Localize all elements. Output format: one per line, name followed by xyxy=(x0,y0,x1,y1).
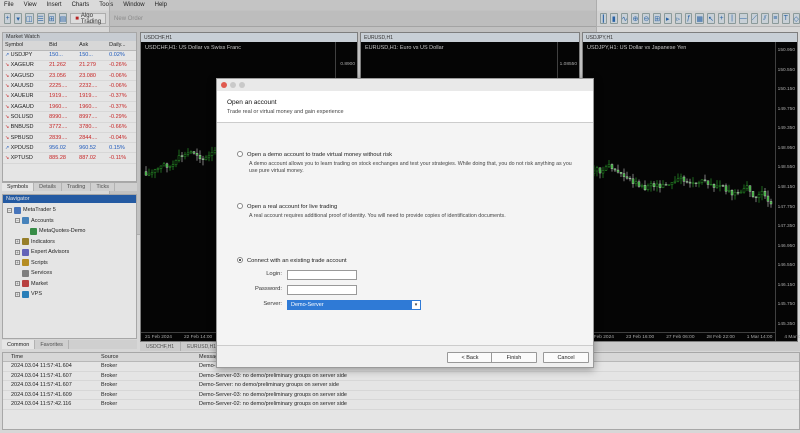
radio-demo[interactable] xyxy=(237,151,243,157)
radio-existing[interactable] xyxy=(237,257,243,263)
option-existing[interactable]: Connect with an existing trade account xyxy=(237,257,347,264)
password-label: Password: xyxy=(254,286,282,292)
maximize-icon[interactable] xyxy=(239,82,245,88)
dialog-header: Open an account Trade real or virtual mo… xyxy=(217,91,593,123)
back-button[interactable]: < Back xyxy=(447,352,493,363)
radio-real[interactable] xyxy=(237,203,243,209)
login-label: Login: xyxy=(266,271,282,277)
minimize-icon[interactable] xyxy=(230,82,236,88)
password-input[interactable] xyxy=(287,285,357,295)
chevron-down-icon[interactable]: ▾ xyxy=(412,301,420,309)
login-input[interactable] xyxy=(287,270,357,280)
dialog-footer: < Back Finish Cancel xyxy=(217,345,593,367)
option-real-desc: A real account requires additional proof… xyxy=(249,212,506,219)
option-real[interactable]: Open a real account for live trading A r… xyxy=(237,203,579,220)
option-demo-desc: A demo account allows you to learn tradi… xyxy=(249,160,572,174)
dialog-subtitle: Trade real or virtual money and gain exp… xyxy=(227,109,344,115)
server-label: Server: xyxy=(263,301,282,307)
server-select[interactable]: Demo-Server ▾ xyxy=(287,300,421,310)
option-demo[interactable]: Open a demo account to trade virtual mon… xyxy=(237,151,579,175)
cancel-button[interactable]: Cancel xyxy=(543,352,589,363)
dialog-title: Open an account xyxy=(227,99,277,106)
finish-button[interactable]: Finish xyxy=(491,352,537,363)
close-icon[interactable] xyxy=(221,82,227,88)
open-account-dialog: Open an account Trade real or virtual mo… xyxy=(216,78,594,368)
dialog-titlebar xyxy=(217,79,593,91)
